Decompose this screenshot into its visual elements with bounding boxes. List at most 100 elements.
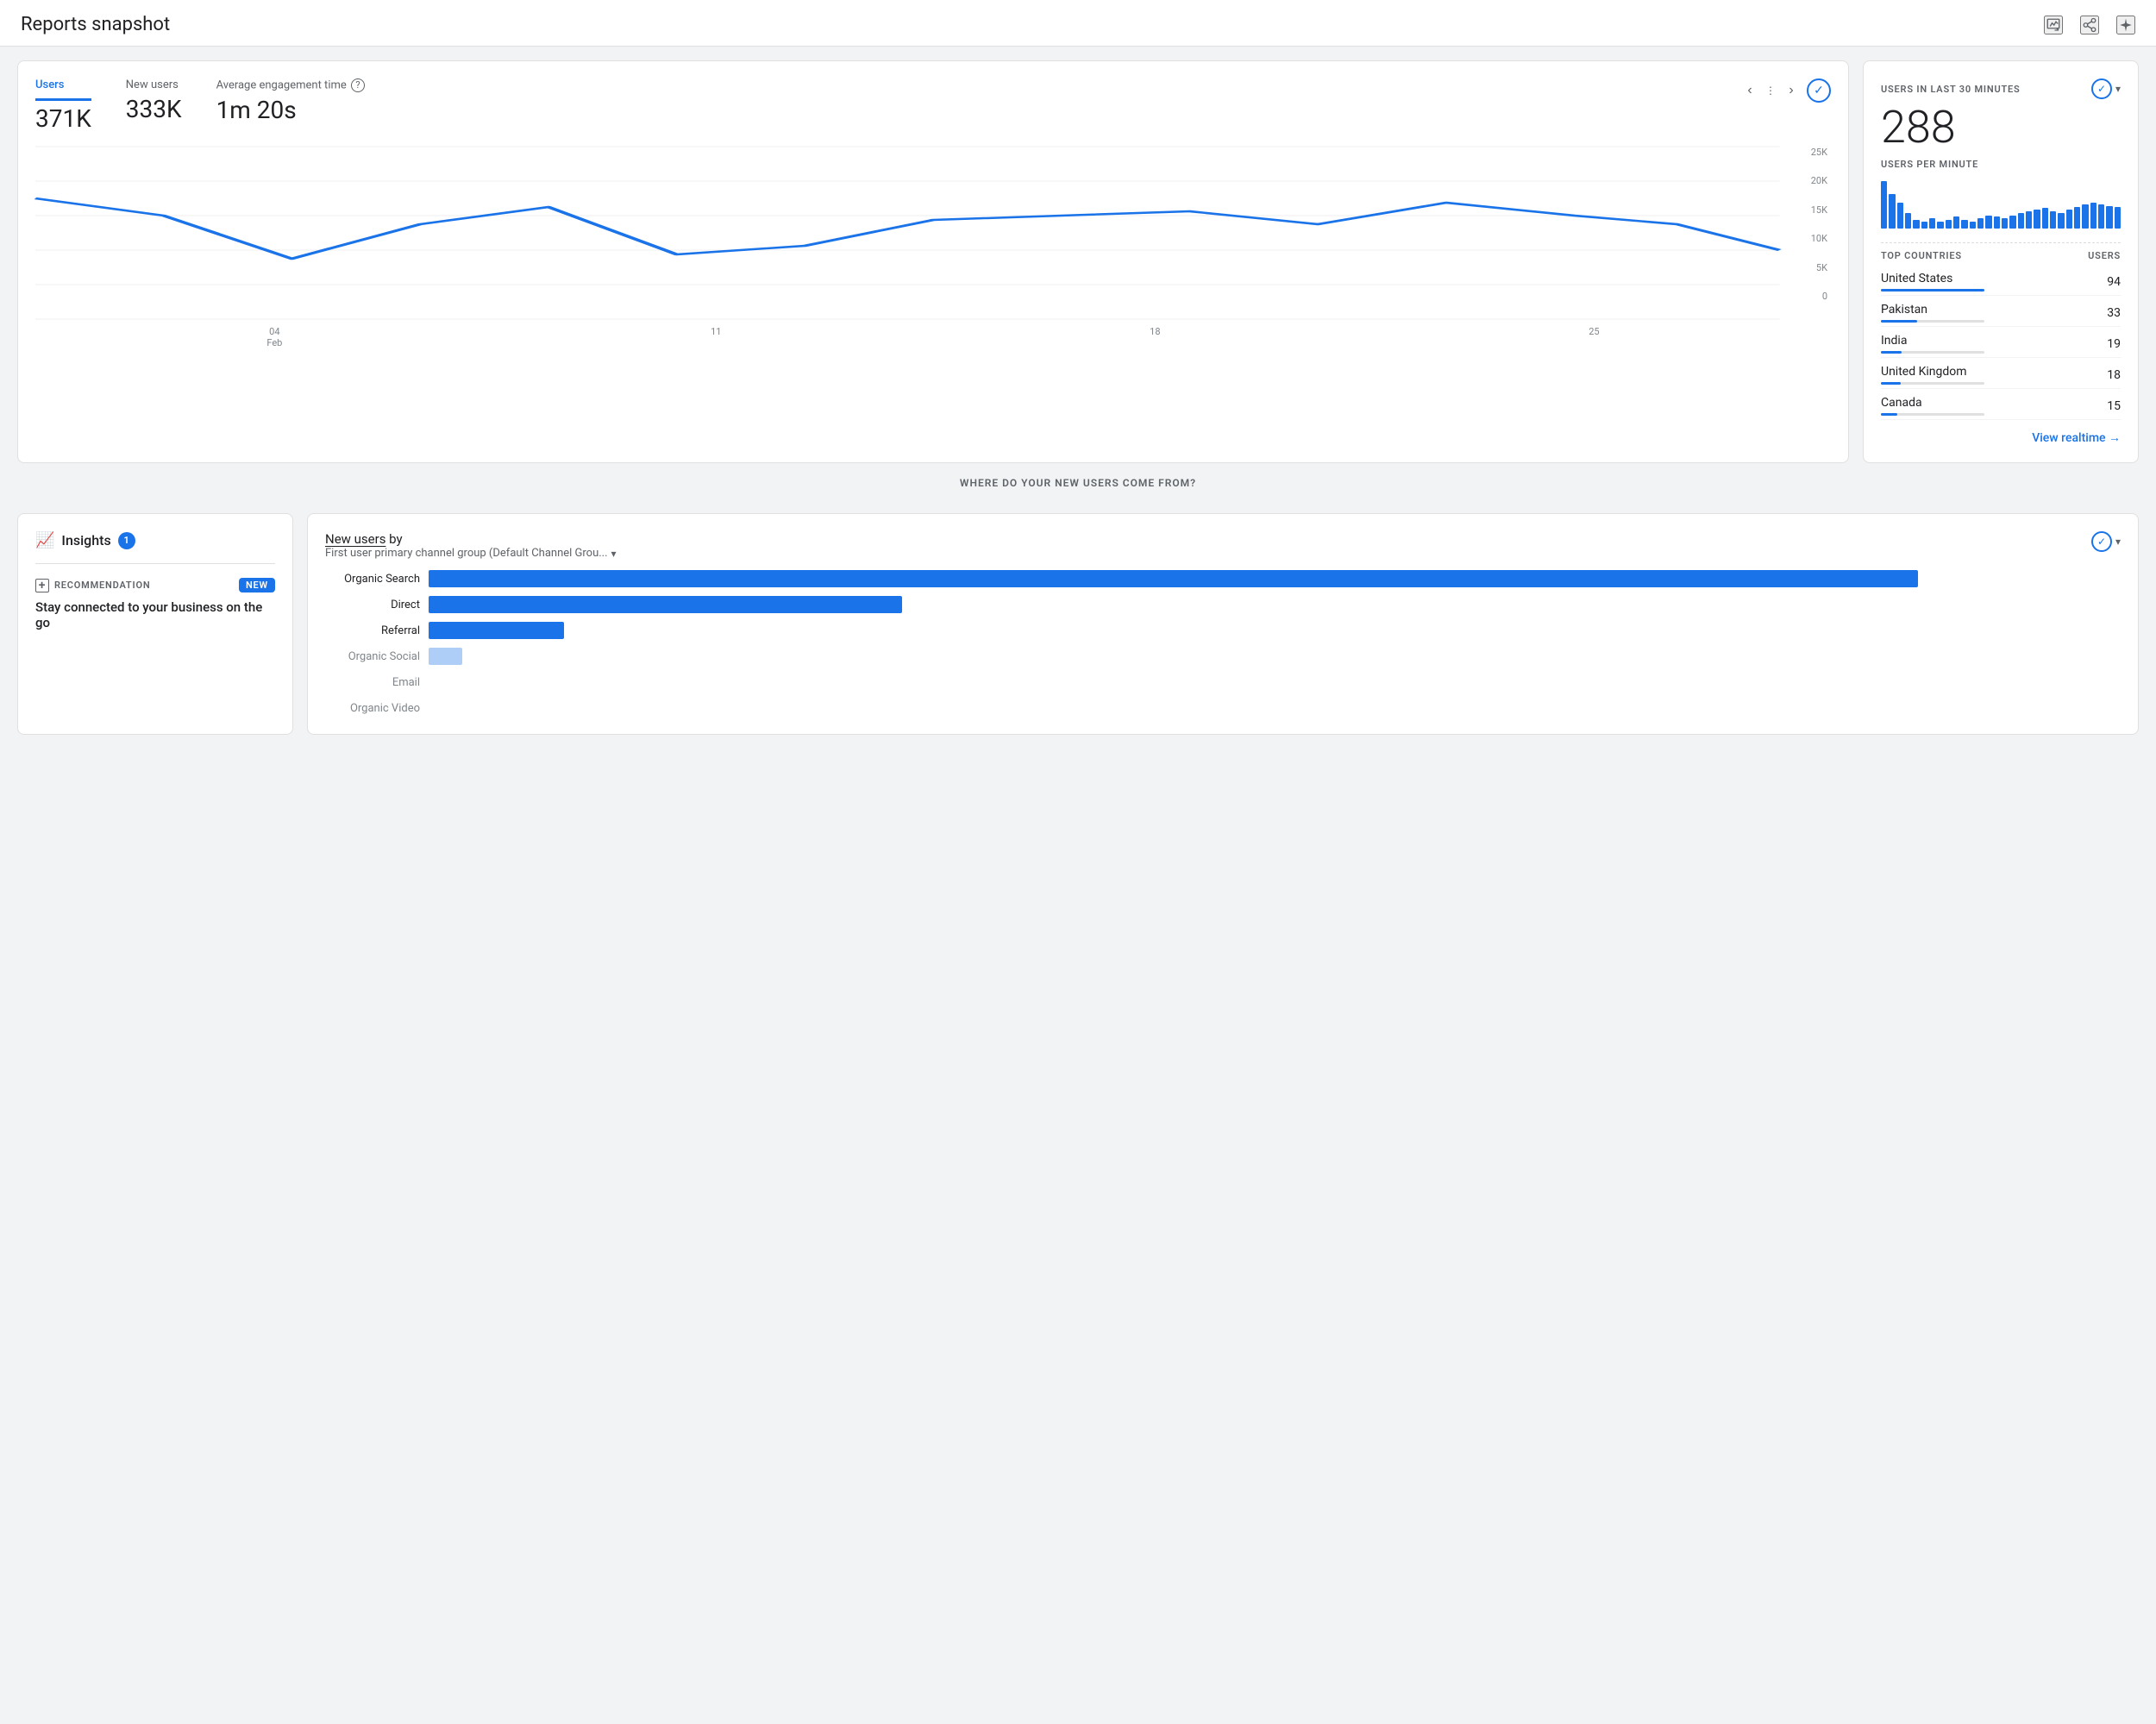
country-bar-fill [1881,289,1984,292]
hbar-fill [429,648,462,665]
metric-engagement-value: 1m 20s [216,96,365,124]
bar-mini [2066,210,2072,229]
insights-header: 📈 Insights 1 [35,531,275,549]
metric-new-users[interactable]: New users 333K [126,78,182,123]
sparkle-button[interactable] [2116,16,2135,34]
edit-chart-button[interactable] [2044,16,2063,34]
country-name: United States [1881,272,1984,285]
recommendation-row: + RECOMMENDATION New [35,578,275,592]
share-button[interactable] [2080,16,2099,34]
bar-mini [1921,222,1927,229]
bar-mini [2115,207,2121,229]
main-chart-container: 25K 20K 15K 10K 5K 0 04 Feb 11 [35,147,1831,354]
hbar-row: Organic Search [325,570,2121,587]
country-name: Pakistan [1881,303,1984,317]
next-metric-button[interactable]: › [1779,78,1803,103]
bar-mini [1946,220,1952,229]
x-label-18: 18 [1150,326,1160,348]
hbar-fill [429,596,902,613]
countries-list: United States 94 Pakistan 33 India [1881,265,2121,420]
chart-x-labels: 04 Feb 11 18 25 [35,326,1831,348]
hbar-track [429,596,2121,613]
x-label-11: 11 [711,326,721,348]
page-header: Reports snapshot [0,0,2156,47]
main-content: Users 371K New users 333K Average engage… [0,47,2156,749]
new-users-menu-arrow[interactable]: ▾ [2115,536,2121,548]
country-row: United States 94 [1881,265,2121,296]
view-realtime-link[interactable]: View realtime → [2032,431,2121,445]
bar-mini [1953,216,1959,229]
bar-mini [2090,203,2096,229]
bar-mini [2042,208,2048,229]
realtime-per-minute-label: USERS PER MINUTE [1881,159,2121,170]
metric-users[interactable]: Users 371K [35,78,91,133]
country-left: United States [1881,272,1984,292]
bottom-row: 📈 Insights 1 + RECOMMENDATION New Stay c… [17,513,2139,735]
new-badge: New [239,578,275,592]
recommendation-plus-icon: + [35,579,49,592]
bar-mini [2050,211,2056,229]
new-users-dropdown-arrow[interactable]: ▾ [611,548,617,560]
country-value: 19 [2107,337,2121,351]
country-bar-bg [1881,320,1984,323]
hbar-row: Email [325,674,2121,691]
main-chart-svg [35,147,1831,319]
metric-check-icon[interactable]: ✓ [1807,78,1831,103]
new-users-title: New users by [325,531,617,547]
realtime-card: USERS IN LAST 30 MINUTES ✓ ▾ 288 USERS P… [1863,60,2139,463]
country-left: Pakistan [1881,303,1984,323]
new-users-check: ✓ ▾ [2091,531,2121,552]
country-left: India [1881,334,1984,354]
hbar-row: Direct [325,596,2121,613]
hbar-row: Organic Video [325,699,2121,717]
country-row: Pakistan 33 [1881,296,2121,327]
header-actions [2044,16,2135,34]
country-bar-fill [1881,320,1917,323]
top-row: Users 371K New users 333K Average engage… [17,60,2139,463]
country-bar-fill [1881,413,1897,416]
bar-mini [2002,218,2008,229]
insights-card: 📈 Insights 1 + RECOMMENDATION New Stay c… [17,513,293,735]
view-realtime: View realtime → [1881,430,2121,445]
help-icon: ? [351,78,365,92]
new-users-section-label: WHERE DO YOUR NEW USERS COME FROM? [17,477,2139,489]
bar-mini [1913,220,1919,229]
realtime-count: 288 [1881,103,2121,152]
bar-mini [2082,204,2088,229]
country-name: India [1881,334,1984,348]
metric-engagement[interactable]: Average engagement time ? 1m 20s [216,78,365,124]
prev-metric-button[interactable]: ‹ [1738,78,1762,103]
hbar-track [429,674,2121,691]
x-label-25: 25 [1589,326,1599,348]
realtime-check: ✓ ▾ [2091,78,2121,99]
x-label-04: 04 Feb [266,326,282,348]
bar-mini [2106,206,2112,229]
metric-new-users-value: 333K [126,95,182,123]
country-bar-bg [1881,382,1984,385]
new-users-underline[interactable]: New users [325,531,385,547]
bar-mini [2074,207,2080,229]
y-label-0: 0 [1811,291,1827,302]
y-label-20k: 20K [1811,175,1827,186]
country-row: Canada 15 [1881,389,2121,420]
recommendation-section: + RECOMMENDATION New Stay connected to y… [35,563,275,630]
country-bar-fill [1881,382,1901,385]
country-row: United Kingdom 18 [1881,358,2121,389]
y-label-5k: 5K [1811,262,1827,273]
hbar-row: Organic Social [325,648,2121,665]
hbar-track [429,648,2121,665]
realtime-header: USERS IN LAST 30 MINUTES ✓ ▾ [1881,78,2121,99]
bar-mini [2009,216,2015,229]
country-bar-bg [1881,413,1984,416]
realtime-dropdown-arrow[interactable]: ▾ [2115,83,2121,95]
y-label-10k: 10K [1811,233,1827,244]
new-users-check-icon[interactable]: ✓ [2091,531,2112,552]
metric-users-label: Users [35,78,91,101]
realtime-check-icon[interactable]: ✓ [2091,78,2112,99]
country-row: India 19 [1881,327,2121,358]
new-users-subtitle-text: First user primary channel group (Defaul… [325,547,608,560]
bar-mini [1985,216,1991,229]
countries-table-header: TOP COUNTRIES USERS [1881,242,2121,261]
new-users-subtitle: First user primary channel group (Defaul… [325,547,617,560]
insights-trend-icon: 📈 [35,531,54,549]
